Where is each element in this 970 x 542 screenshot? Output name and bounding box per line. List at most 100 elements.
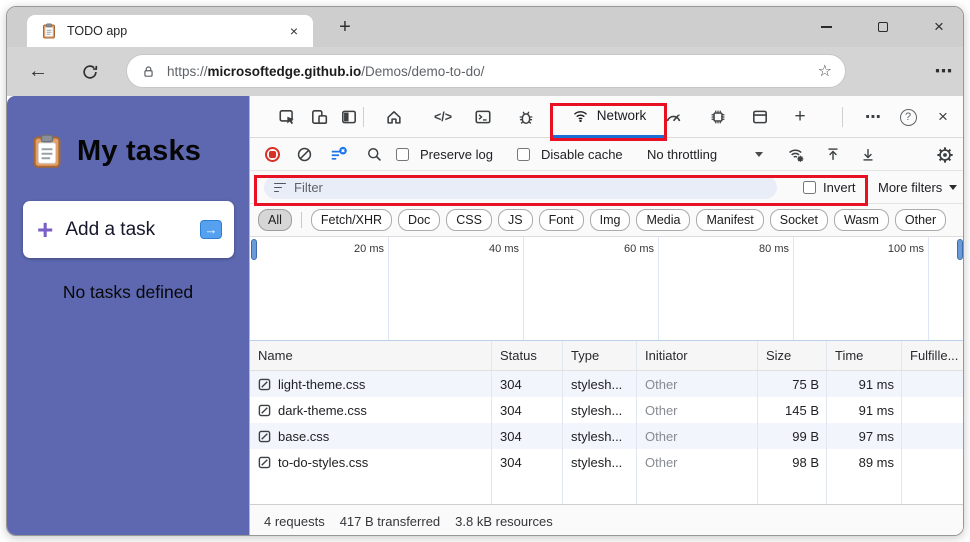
- import-har-button[interactable]: [856, 138, 880, 171]
- column-header-status[interactable]: Status: [492, 341, 563, 370]
- preserve-log-label[interactable]: Preserve log: [420, 138, 493, 171]
- app-header: My tasks: [29, 130, 201, 172]
- browser-settings-menu-button[interactable]: ⋯: [929, 47, 959, 96]
- maximize-icon: [878, 22, 888, 32]
- search-icon: [366, 146, 383, 163]
- type-filter-manifest[interactable]: Manifest: [696, 209, 763, 231]
- more-tools-plus-button[interactable]: +: [787, 104, 813, 130]
- filter-input[interactable]: [294, 180, 777, 195]
- clear-network-log-button[interactable]: [292, 138, 316, 171]
- minimize-icon: [821, 26, 832, 27]
- debugger-bug-icon[interactable]: [513, 104, 539, 130]
- timeline-left-handle[interactable]: [251, 239, 257, 260]
- timeline-tick-label: 60 ms: [594, 243, 654, 255]
- column-header-type[interactable]: Type: [563, 341, 637, 370]
- memory-chip-icon[interactable]: [705, 104, 731, 130]
- device-emulation-icon[interactable]: [306, 104, 332, 130]
- timeline-right-handle[interactable]: [957, 239, 963, 260]
- network-overview-timeline[interactable]: 20 ms 40 ms 60 ms 80 ms 100 ms: [250, 237, 964, 341]
- inspect-element-icon[interactable]: [274, 104, 300, 130]
- request-time: 91 ms: [827, 397, 902, 423]
- record-network-log-button[interactable]: [260, 138, 284, 171]
- search-button[interactable]: [362, 138, 386, 171]
- tab-close-icon[interactable]: ×: [285, 22, 303, 40]
- dock-side-icon[interactable]: [336, 104, 362, 130]
- toolbar-separator: [363, 107, 364, 127]
- timeline-gridline: [928, 237, 929, 340]
- column-header-initiator[interactable]: Initiator: [637, 341, 758, 370]
- filter-input-wrapper[interactable]: [264, 176, 777, 199]
- type-filter-doc[interactable]: Doc: [398, 209, 440, 231]
- disable-cache-checkbox[interactable]: [516, 138, 530, 171]
- type-filter-media[interactable]: Media: [636, 209, 690, 231]
- throttling-caret[interactable]: [753, 138, 765, 171]
- hide-filter-bar-button[interactable]: [326, 138, 350, 171]
- window-minimize-button[interactable]: [811, 12, 841, 42]
- type-filter-all[interactable]: All: [258, 209, 292, 231]
- refresh-button[interactable]: [75, 47, 105, 96]
- table-row[interactable]: base.css 304 stylesh... Other 99 B 97 ms: [250, 423, 964, 449]
- table-header-row: Name Status Type Initiator Size Time Ful…: [250, 341, 964, 371]
- preserve-log-checkbox[interactable]: [395, 138, 409, 171]
- type-filter-socket[interactable]: Socket: [770, 209, 828, 231]
- network-settings-button[interactable]: [933, 138, 957, 171]
- export-har-button[interactable]: [821, 138, 845, 171]
- add-task-field[interactable]: + Add a task →: [23, 201, 234, 258]
- stylesheet-file-icon: [258, 378, 271, 391]
- tab-network[interactable]: Network: [551, 96, 666, 138]
- customize-devtools-button[interactable]: ⋯: [860, 104, 886, 130]
- network-conditions-button[interactable]: [784, 138, 808, 171]
- console-icon[interactable]: [470, 104, 496, 130]
- more-filters-caret[interactable]: [947, 171, 959, 204]
- request-time: 91 ms: [827, 371, 902, 397]
- type-filter-fetch-xhr[interactable]: Fetch/XHR: [311, 209, 392, 231]
- type-filter-other[interactable]: Other: [895, 209, 946, 231]
- help-icon: ?: [900, 109, 917, 126]
- invert-checkbox[interactable]: [802, 171, 816, 204]
- network-toolbar: Preserve log Disable cache No throttling: [250, 138, 964, 171]
- favorites-star-icon[interactable]: ☆: [818, 55, 832, 88]
- elements-code-icon[interactable]: </>: [427, 104, 459, 130]
- request-status: 304: [492, 423, 563, 449]
- disable-cache-label[interactable]: Disable cache: [541, 138, 623, 171]
- close-devtools-button[interactable]: ×: [930, 104, 956, 130]
- timeline-tick-label: 40 ms: [459, 243, 519, 255]
- column-header-size[interactable]: Size: [758, 341, 827, 370]
- column-header-name[interactable]: Name: [250, 341, 492, 370]
- table-row[interactable]: to-do-styles.css 304 stylesh... Other 98…: [250, 449, 964, 475]
- type-filter-wasm[interactable]: Wasm: [834, 209, 889, 231]
- window-close-button[interactable]: ×: [924, 12, 954, 42]
- throttling-dropdown[interactable]: No throttling: [647, 138, 717, 171]
- stylesheet-file-icon: [258, 404, 271, 417]
- table-row[interactable]: light-theme.css 304 stylesh... Other 75 …: [250, 371, 964, 397]
- request-fulfilled: [902, 449, 964, 475]
- stylesheet-file-icon: [258, 456, 271, 469]
- chip-separator: [301, 212, 302, 228]
- application-window-icon[interactable]: [747, 104, 773, 130]
- address-bar[interactable]: https://microsoftedge.github.io/Demos/de…: [126, 54, 846, 88]
- column-header-time[interactable]: Time: [827, 341, 902, 370]
- window-maximize-button[interactable]: [868, 12, 898, 42]
- invert-label[interactable]: Invert: [823, 171, 856, 204]
- back-button[interactable]: ←: [23, 47, 53, 96]
- type-filter-js[interactable]: JS: [498, 209, 533, 231]
- welcome-home-icon[interactable]: [381, 104, 407, 130]
- request-status: 304: [492, 371, 563, 397]
- new-tab-button[interactable]: +: [331, 13, 359, 41]
- checkbox-icon: [396, 148, 409, 161]
- more-filters-button[interactable]: More filters: [878, 171, 942, 204]
- chevron-down-icon: [755, 152, 763, 157]
- column-header-fulfilled[interactable]: Fulfille...: [902, 341, 964, 370]
- checkbox-icon: [803, 181, 816, 194]
- resources-size: 3.8 kB resources: [455, 514, 553, 529]
- type-filter-img[interactable]: Img: [590, 209, 631, 231]
- request-size: 98 B: [758, 449, 827, 475]
- performance-gauge-icon[interactable]: [660, 104, 686, 130]
- type-filter-css[interactable]: CSS: [446, 209, 492, 231]
- help-button[interactable]: ?: [895, 104, 921, 130]
- table-row[interactable]: dark-theme.css 304 stylesh... Other 145 …: [250, 397, 964, 423]
- timeline-gridline: [523, 237, 524, 340]
- type-filter-font[interactable]: Font: [539, 209, 584, 231]
- submit-task-button[interactable]: →: [200, 220, 222, 239]
- browser-tab-todo-app[interactable]: TODO app ×: [27, 15, 313, 47]
